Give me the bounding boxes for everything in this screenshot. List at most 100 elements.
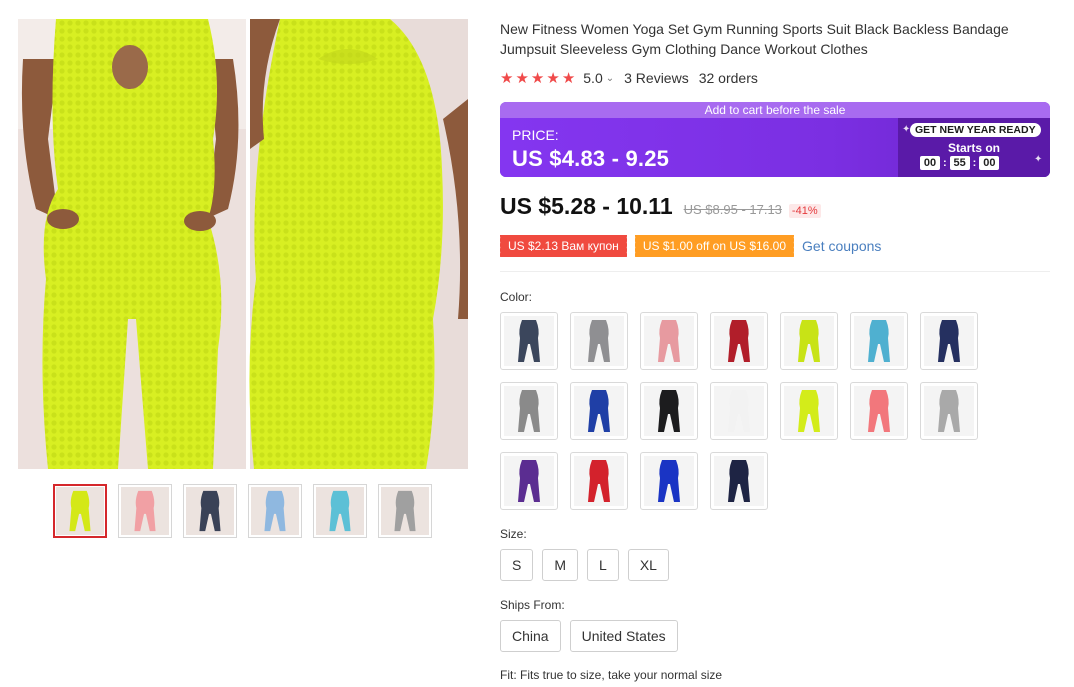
timer-hours: 00 xyxy=(920,156,940,170)
sparkle-icon: ✦ xyxy=(1034,154,1043,165)
swatch-image xyxy=(714,316,764,366)
thumbnail-image xyxy=(316,487,364,535)
color-swatch-light-gray[interactable] xyxy=(920,382,978,440)
coupon-select[interactable]: US $1.00 off on US $16.00 xyxy=(632,235,795,257)
timer-separator: : xyxy=(943,157,947,169)
thumbnail-4[interactable] xyxy=(248,484,302,538)
size-options: S M L XL xyxy=(500,549,669,581)
countdown-timer: 00 : 55 : 00 xyxy=(920,156,1000,170)
get-coupons-link[interactable]: Get coupons xyxy=(802,238,881,254)
chevron-down-icon[interactable]: ⌄ xyxy=(606,73,614,84)
thumbnail-1[interactable] xyxy=(53,484,107,538)
star-icon: ★ xyxy=(515,69,529,87)
coupon-store[interactable]: US $2.13 Вам купон xyxy=(498,235,627,257)
swatch-image xyxy=(924,386,974,436)
color-swatch-coral-pink[interactable] xyxy=(850,382,908,440)
thumbnail-image xyxy=(251,487,299,535)
thumbnail-5[interactable] xyxy=(313,484,367,538)
swatch-image xyxy=(924,316,974,366)
size-option-m[interactable]: M xyxy=(542,549,579,581)
color-swatch-red[interactable] xyxy=(710,312,768,370)
timer-seconds: 00 xyxy=(979,156,1000,170)
color-swatch-black[interactable] xyxy=(640,382,698,440)
size-option-l[interactable]: L xyxy=(587,549,619,581)
swatch-image xyxy=(784,316,834,366)
color-swatches xyxy=(500,312,1000,510)
thumbnail-2[interactable] xyxy=(118,484,172,538)
star-icon: ★ xyxy=(546,69,560,87)
color-swatch-purple[interactable] xyxy=(500,452,558,510)
product-title: New Fitness Women Yoga Set Gym Running S… xyxy=(500,21,1009,57)
thumbnail-image xyxy=(381,487,429,535)
discount-badge: -41% xyxy=(788,204,821,218)
swatch-image xyxy=(574,386,624,436)
swatch-image xyxy=(504,386,554,436)
swatch-image xyxy=(714,456,764,506)
color-label: Color: xyxy=(500,290,533,304)
color-swatch-white[interactable] xyxy=(710,382,768,440)
star-rating[interactable]: ★ ★ ★ ★ ★ xyxy=(500,71,575,86)
original-price: US $8.95 - 17.13 xyxy=(683,202,782,217)
swatch-image xyxy=(854,316,904,366)
promo-price-label: PRICE: xyxy=(512,127,559,143)
ships-from-options: China United States xyxy=(500,620,678,652)
swatch-image xyxy=(854,386,904,436)
ships-from-china[interactable]: China xyxy=(500,620,561,652)
color-swatch-red[interactable] xyxy=(570,452,628,510)
size-label: Size: xyxy=(500,527,527,541)
color-swatch-royal-blue[interactable] xyxy=(570,382,628,440)
swatch-image xyxy=(574,316,624,366)
thumbnail-image xyxy=(121,487,169,535)
ships-from-label: Ships From: xyxy=(500,598,565,612)
thumbnail-image xyxy=(186,487,234,535)
color-swatch-dark-navy[interactable] xyxy=(710,452,768,510)
thumbnail-strip xyxy=(53,484,432,538)
color-swatch-neon-yellow[interactable] xyxy=(780,312,838,370)
star-icon: ★ xyxy=(561,69,576,87)
coupon-row: US $2.13 Вам купон US $1.00 off on US $1… xyxy=(498,235,881,257)
orders-count: 32 orders xyxy=(698,70,758,86)
color-swatch-royal-blue[interactable] xyxy=(640,452,698,510)
product-photo xyxy=(18,19,468,469)
timer-separator: : xyxy=(972,157,977,169)
color-swatch-neon-yellow[interactable] xyxy=(780,382,838,440)
divider xyxy=(500,271,1050,272)
thumbnail-3[interactable] xyxy=(183,484,237,538)
swatch-image xyxy=(784,386,834,436)
reviews-link[interactable]: 3 Reviews xyxy=(624,70,689,86)
timer-minutes: 55 xyxy=(949,156,970,170)
swatch-image xyxy=(644,316,694,366)
starts-on-label: Starts on xyxy=(947,141,1000,155)
rating-value[interactable]: 5.0 xyxy=(583,70,602,86)
current-price: US $5.28 - 10.11 xyxy=(500,193,673,219)
color-swatch-pink[interactable] xyxy=(640,312,698,370)
swatch-image xyxy=(644,456,694,506)
main-product-image[interactable] xyxy=(18,19,468,469)
color-swatch-gray[interactable] xyxy=(570,312,628,370)
ships-from-united-states[interactable]: United States xyxy=(569,620,678,652)
color-swatch-navy[interactable] xyxy=(920,312,978,370)
star-icon: ★ xyxy=(500,69,514,87)
new-year-badge: GET NEW YEAR READY xyxy=(910,123,1041,137)
fit-note: Fit: Fits true to size, take your normal… xyxy=(500,668,723,682)
promo-banner-top: Add to cart before the sale xyxy=(500,102,1050,118)
thumbnail-6[interactable] xyxy=(378,484,432,538)
size-option-s[interactable]: S xyxy=(500,549,534,581)
swatch-image xyxy=(504,456,554,506)
price-row: US $5.28 - 10.11 US $8.95 - 17.13 -41% xyxy=(500,193,821,220)
color-swatch-navy-gray[interactable] xyxy=(500,312,558,370)
promo-price: US $4.83 - 9.25 xyxy=(512,146,670,171)
swatch-image xyxy=(574,456,624,506)
swatch-image xyxy=(644,386,694,436)
color-swatch-gray[interactable] xyxy=(500,382,558,440)
color-swatch-sky-blue[interactable] xyxy=(850,312,908,370)
thumbnail-image xyxy=(56,487,104,535)
promo-banner[interactable]: Add to cart before the sale PRICE: US $4… xyxy=(500,102,1050,177)
size-option-xl[interactable]: XL xyxy=(627,549,669,581)
swatch-image xyxy=(714,386,764,436)
star-icon: ★ xyxy=(530,69,545,87)
swatch-image xyxy=(504,316,554,366)
promo-body: PRICE: US $4.83 - 9.25 ✦ ✦ GET NEW YEAR … xyxy=(500,118,1050,177)
countdown-panel: ✦ ✦ GET NEW YEAR READY Starts on 00 : 55… xyxy=(898,118,1050,177)
rating-row: ★ ★ ★ ★ ★ 5.0 ⌄ 3 Reviews 32 orders xyxy=(500,68,758,88)
